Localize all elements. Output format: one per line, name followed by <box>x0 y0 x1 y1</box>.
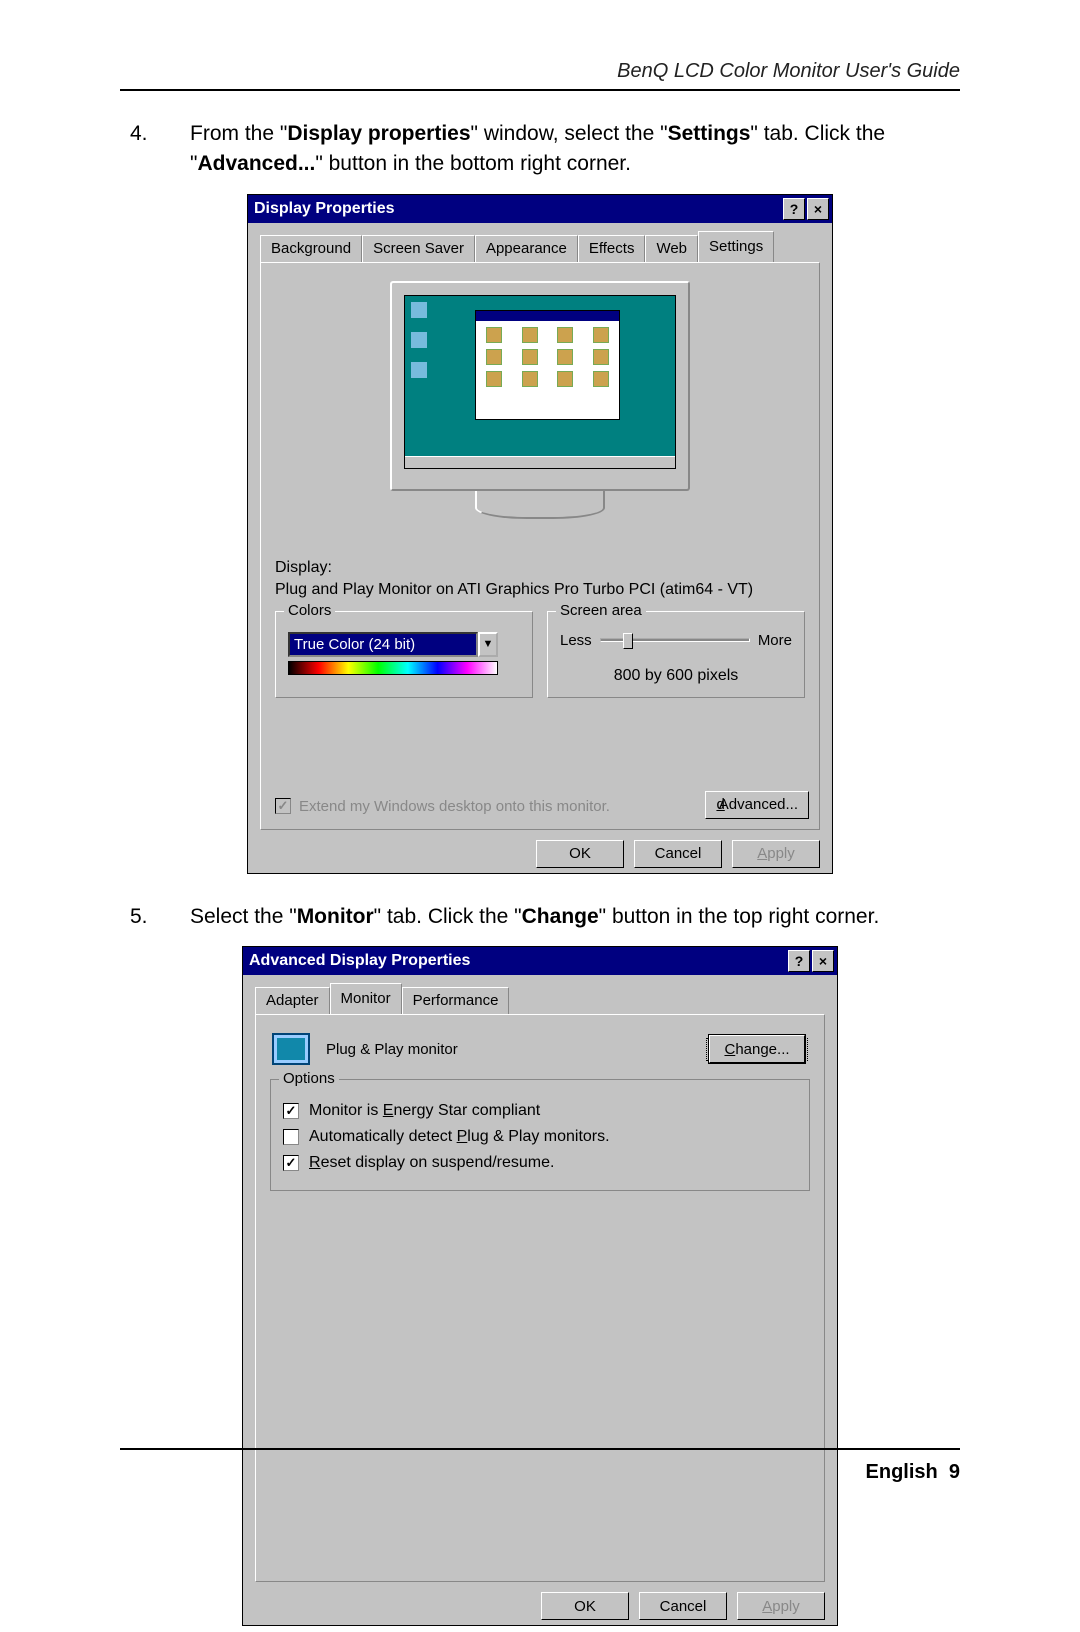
tab-effects[interactable]: Effects <box>578 235 646 262</box>
display-label: Display: <box>275 559 805 577</box>
option-reset-display: ✓ Reset display on suspend/resume. <box>283 1154 797 1172</box>
color-depth-combo[interactable]: True Color (24 bit) ▼ <box>288 632 498 657</box>
step-text: From the "Display properties" window, se… <box>190 119 960 180</box>
tab-performance[interactable]: Performance <box>402 987 510 1014</box>
energy-star-label: Monitor is Energy Star compliant <box>309 1102 540 1120</box>
monitor-bezel <box>390 281 690 491</box>
step-4: 4. From the "Display properties" window,… <box>120 119 960 180</box>
ok-button[interactable]: OK <box>536 840 624 868</box>
desktop-window <box>475 310 620 420</box>
change-button-focus: Change... <box>706 1038 808 1061</box>
dialog-buttons: OK Cancel Apply <box>255 1592 825 1620</box>
slider-track[interactable] <box>600 638 750 642</box>
advanced-display-properties-dialog: Advanced Display Properties ? × Adapter … <box>242 946 838 1626</box>
display-description: Plug and Play Monitor on ATI Graphics Pr… <box>275 581 805 599</box>
tab-adapter[interactable]: Adapter <box>255 987 330 1014</box>
energy-star-checkbox[interactable]: ✓ <box>283 1103 299 1119</box>
slider-thumb[interactable] <box>623 633 633 649</box>
option-auto-detect: Automatically detect Plug & Play monitor… <box>283 1128 797 1146</box>
dialog-body: Adapter Monitor Performance Plug & Play … <box>243 975 837 1632</box>
header-rule <box>120 89 960 91</box>
options-group: Options ✓ Monitor is Energy Star complia… <box>270 1079 810 1191</box>
tab-web[interactable]: Web <box>645 235 698 262</box>
tab-appearance[interactable]: Appearance <box>475 235 578 262</box>
reset-display-checkbox[interactable]: ✓ <box>283 1155 299 1171</box>
step-5: 5. Select the "Monitor" tab. Click the "… <box>120 902 960 932</box>
close-button[interactable]: × <box>812 950 834 972</box>
step-number: 5. <box>120 902 190 932</box>
color-depth-value: True Color (24 bit) <box>288 632 478 657</box>
titlebar: Display Properties ? × <box>248 195 832 223</box>
dialog-title: Advanced Display Properties <box>249 952 786 970</box>
colors-group: Colors True Color (24 bit) ▼ <box>275 611 533 698</box>
tab-page-settings: Display: Plug and Play Monitor on ATI Gr… <box>260 262 820 830</box>
colors-legend: Colors <box>284 602 335 619</box>
monitor-screen <box>404 295 676 469</box>
apply-button[interactable]: Apply <box>732 840 820 868</box>
extend-desktop-row: ✓ Extend my Windows desktop onto this mo… <box>275 798 610 815</box>
running-head: BenQ LCD Color Monitor User's Guide <box>120 60 960 83</box>
close-button[interactable]: × <box>807 198 829 220</box>
resolution-slider[interactable]: Less More <box>560 632 792 649</box>
monitor-stand <box>475 491 605 519</box>
ok-button[interactable]: OK <box>541 1592 629 1620</box>
options-legend: Options <box>279 1070 339 1087</box>
tab-monitor[interactable]: Monitor <box>330 983 402 1014</box>
instruction-list-2: 5. Select the "Monitor" tab. Click the "… <box>120 902 960 932</box>
footer-rule <box>120 1448 960 1450</box>
help-button[interactable]: ? <box>788 950 810 972</box>
step-number: 4. <box>120 119 190 180</box>
desktop-icons <box>411 302 427 378</box>
auto-detect-label: Automatically detect Plug & Play monitor… <box>309 1128 610 1146</box>
tabstrip: Adapter Monitor Performance <box>255 983 825 1014</box>
dialog-body: Background Screen Saver Appearance Effec… <box>248 223 832 880</box>
page-footer: English 9 <box>866 1461 960 1484</box>
tabstrip: Background Screen Saver Appearance Effec… <box>260 231 820 262</box>
extend-label: Extend my Windows desktop onto this moni… <box>299 798 610 815</box>
cancel-button[interactable]: Cancel <box>639 1592 727 1620</box>
figure-display-properties: Display Properties ? × Background Screen… <box>120 194 960 874</box>
advanced-button[interactable]: dAdvanced... <box>705 791 809 819</box>
reset-display-label: Reset display on suspend/resume. <box>309 1154 554 1172</box>
titlebar: Advanced Display Properties ? × <box>243 947 837 975</box>
settings-row: Colors True Color (24 bit) ▼ Screen area… <box>275 611 805 698</box>
help-button[interactable]: ? <box>783 198 805 220</box>
step-text: Select the "Monitor" tab. Click the "Cha… <box>190 902 960 932</box>
display-properties-dialog: Display Properties ? × Background Screen… <box>247 194 833 874</box>
dialog-title: Display Properties <box>254 200 781 218</box>
monitor-name: Plug & Play monitor <box>326 1041 458 1058</box>
instruction-list: 4. From the "Display properties" window,… <box>120 119 960 180</box>
extend-checkbox: ✓ <box>275 798 291 814</box>
cancel-button[interactable]: Cancel <box>634 840 722 868</box>
auto-detect-checkbox[interactable] <box>283 1129 299 1145</box>
footer-language: English <box>866 1461 938 1483</box>
tab-page-monitor: Plug & Play monitor Change... Options ✓ … <box>255 1014 825 1582</box>
figure-advanced-display-properties: Advanced Display Properties ? × Adapter … <box>120 946 960 1626</box>
change-button[interactable]: Change... <box>709 1035 805 1063</box>
screen-area-legend: Screen area <box>556 602 646 619</box>
monitor-preview <box>355 281 725 541</box>
resolution-value: 800 by 600 pixels <box>560 667 792 685</box>
slider-less-label: Less <box>560 632 592 649</box>
page: BenQ LCD Color Monitor User's Guide 4. F… <box>0 0 1080 1528</box>
chevron-down-icon[interactable]: ▼ <box>478 632 498 657</box>
tab-background[interactable]: Background <box>260 235 362 262</box>
apply-button[interactable]: Apply <box>737 1592 825 1620</box>
tab-settings[interactable]: Settings <box>698 231 774 262</box>
monitor-icon <box>272 1033 310 1065</box>
footer-page-number: 9 <box>949 1461 960 1483</box>
monitor-info-row: Plug & Play monitor Change... <box>272 1033 808 1065</box>
screen-area-group: Screen area Less More 800 by 600 pixels <box>547 611 805 698</box>
desktop-taskbar <box>405 456 675 468</box>
option-energy-star: ✓ Monitor is Energy Star compliant <box>283 1102 797 1120</box>
dialog-buttons: OK Cancel Apply <box>260 840 820 868</box>
page-header: BenQ LCD Color Monitor User's Guide <box>120 60 960 91</box>
tab-screen-saver[interactable]: Screen Saver <box>362 235 475 262</box>
slider-more-label: More <box>758 632 792 649</box>
color-preview-strip <box>288 661 498 675</box>
